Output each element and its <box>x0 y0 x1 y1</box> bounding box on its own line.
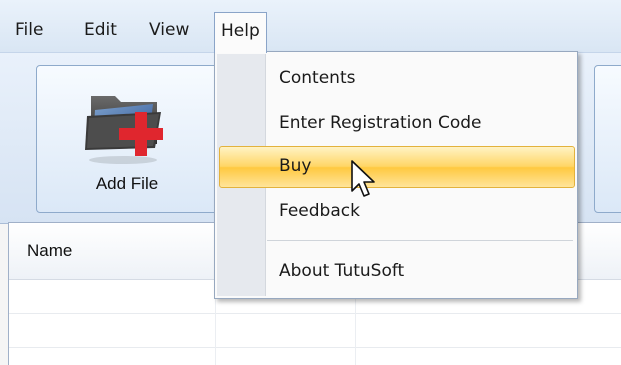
menu-item-enter-registration-code[interactable]: Enter Registration Code <box>279 103 481 143</box>
mouse-pointer-icon <box>351 160 375 197</box>
menu-bar: File Edit View Help <box>0 0 621 53</box>
list-row-line <box>9 347 621 348</box>
menu-help[interactable]: Help <box>214 12 267 53</box>
menu-highlight <box>219 146 575 188</box>
column-header-name[interactable]: Name <box>27 241 72 261</box>
menu-separator <box>267 240 573 241</box>
app-window: File Edit View Help Add File Name Conten… <box>0 0 621 365</box>
menu-item-about-tutusoft[interactable]: About TutuSoft <box>279 251 404 291</box>
list-row-line <box>9 313 621 314</box>
toolbar-button-partial[interactable] <box>594 65 621 213</box>
help-menu: Contents Enter Registration Code Buy Fee… <box>214 51 578 299</box>
menu-file[interactable]: File <box>9 16 49 44</box>
menu-item-buy[interactable]: Buy <box>279 146 312 186</box>
add-file-button[interactable]: Add File <box>36 65 218 213</box>
add-file-label: Add File <box>95 174 159 193</box>
menu-view[interactable]: View <box>143 16 195 44</box>
folder-add-icon <box>85 96 163 164</box>
menu-item-feedback[interactable]: Feedback <box>279 191 360 231</box>
menu-item-contents[interactable]: Contents <box>279 58 355 98</box>
menu-edit[interactable]: Edit <box>78 16 123 44</box>
